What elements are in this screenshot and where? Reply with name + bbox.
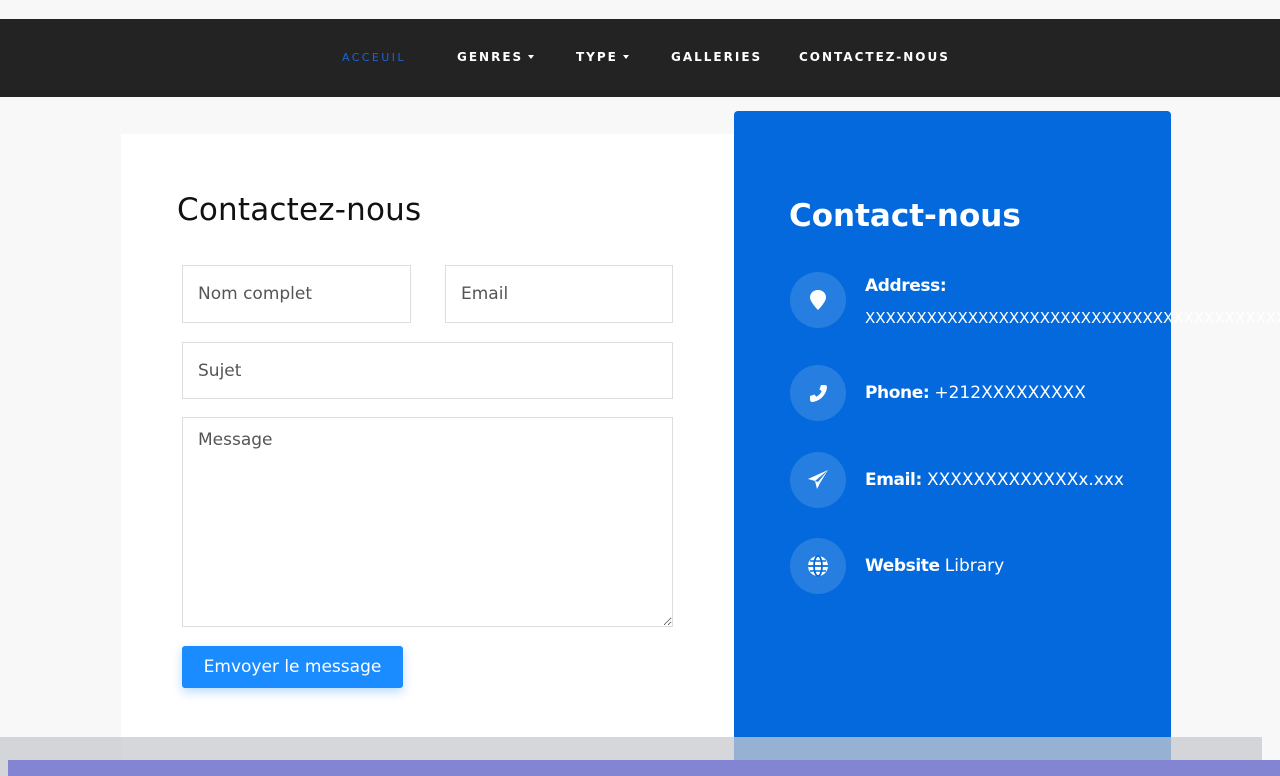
website-label: Website — [865, 556, 940, 576]
map-marker-icon — [790, 272, 846, 328]
phone-label: Phone: — [865, 383, 930, 403]
nav-item-type[interactable]: TYPE — [576, 50, 629, 64]
nav-item-genres-label: GENRES — [457, 50, 524, 64]
website-value: Library — [944, 556, 1005, 576]
bottom-accent-bar — [8, 760, 1280, 776]
contact-info-title: Contact-nous — [789, 198, 1021, 234]
subject-input[interactable] — [182, 342, 673, 399]
website-line: Website Library — [865, 556, 1004, 576]
caret-down-icon — [528, 55, 535, 59]
email-line: Email: XXXXXXXXXXXXXx.xxx — [865, 470, 1124, 490]
address-label: Address: — [865, 276, 947, 296]
nav-item-galleries[interactable]: GALLERIES — [671, 50, 762, 64]
caret-down-icon — [622, 55, 629, 59]
name-input[interactable] — [182, 265, 411, 323]
main-navbar: ACCEUIL GENRES TYPE GALLERIES CONTACTEZ-… — [0, 19, 1280, 97]
nav-item-genres[interactable]: GENRES — [457, 50, 535, 64]
phone-icon — [790, 365, 846, 421]
nav-item-type-label: TYPE — [576, 50, 618, 64]
form-title: Contactez-nous — [177, 192, 422, 228]
phone-value: +212XXXXXXXXX — [934, 383, 1086, 403]
email-label: Email: — [865, 470, 922, 490]
globe-icon — [790, 538, 846, 594]
top-strip — [0, 0, 1280, 19]
send-message-button[interactable]: Emvoyer le message — [182, 646, 403, 688]
email-value: XXXXXXXXXXXXXx.xxx — [926, 470, 1124, 490]
nav-item-contactez-nous[interactable]: CONTACTEZ-NOUS — [799, 50, 950, 64]
address-line: Address: — [865, 276, 947, 296]
paper-plane-icon — [790, 452, 846, 508]
nav-item-acceuil[interactable]: ACCEUIL — [342, 51, 406, 64]
address-value: XXXXXXXXXXXXXXXXXXXXXXXXXXXXXXXXXXXXXXXX… — [865, 309, 1280, 327]
message-textarea[interactable] — [182, 417, 673, 627]
phone-line: Phone: +212XXXXXXXXX — [865, 383, 1086, 403]
email-input[interactable] — [445, 265, 673, 323]
